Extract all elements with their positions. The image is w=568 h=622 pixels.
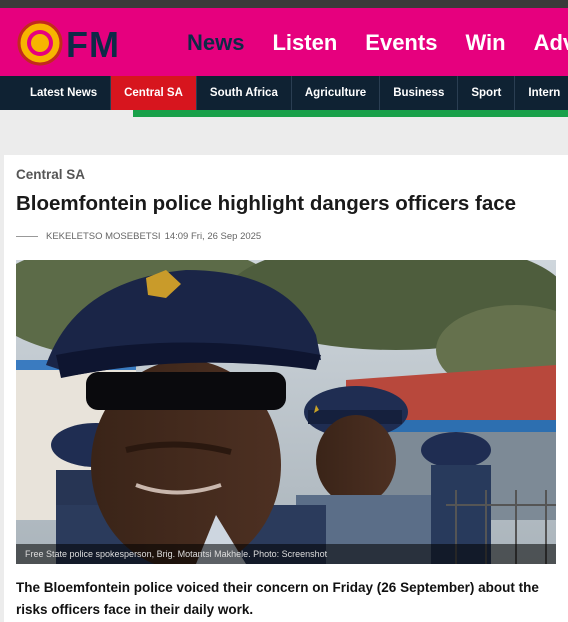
byline-divider (16, 236, 38, 237)
article-category[interactable]: Central SA (16, 167, 85, 182)
accent-bar (0, 110, 568, 117)
main-nav-win[interactable]: Win (465, 30, 505, 56)
section-nav-south-africa[interactable]: South Africa (197, 76, 292, 110)
section-nav: Latest News Central SA South Africa Agri… (0, 76, 568, 110)
svg-text:FM: FM (66, 24, 120, 65)
byline: KEKELETSO MOSEBETSI 14:09 Fri, 26 Sep 20… (16, 231, 261, 242)
section-nav-international[interactable]: Intern (515, 76, 568, 110)
article-lede: The Bloemfontein police voiced their con… (16, 580, 539, 617)
top-strip (0, 0, 568, 8)
ofm-logo[interactable]: FM (16, 20, 138, 66)
main-nav: News Listen Events Win Adv (187, 30, 568, 56)
section-nav-business[interactable]: Business (380, 76, 459, 110)
article-card: Central SA Bloemfontein police highlight… (4, 155, 568, 622)
section-nav-agriculture[interactable]: Agriculture (292, 76, 381, 110)
article-date: 14:09 Fri, 26 Sep 2025 (164, 231, 262, 242)
article-title: Bloemfontein police highlight dangers of… (16, 192, 517, 215)
article-author[interactable]: KEKELETSO MOSEBETSI (46, 231, 161, 242)
site-header: FM News Listen Events Win Adv (0, 8, 568, 76)
section-nav-latest-news[interactable]: Latest News (0, 76, 112, 110)
main-nav-advertise[interactable]: Adv (534, 30, 568, 56)
main-nav-events[interactable]: Events (365, 30, 437, 56)
main-nav-listen[interactable]: Listen (272, 30, 337, 56)
section-nav-sport[interactable]: Sport (458, 76, 516, 110)
photo-caption: Free State police spokesperson, Brig. Mo… (16, 544, 556, 564)
main-nav-news[interactable]: News (187, 30, 244, 56)
section-nav-central-sa[interactable]: Central SA (111, 76, 197, 110)
article-photo: Free State police spokesperson, Brig. Mo… (16, 260, 556, 564)
